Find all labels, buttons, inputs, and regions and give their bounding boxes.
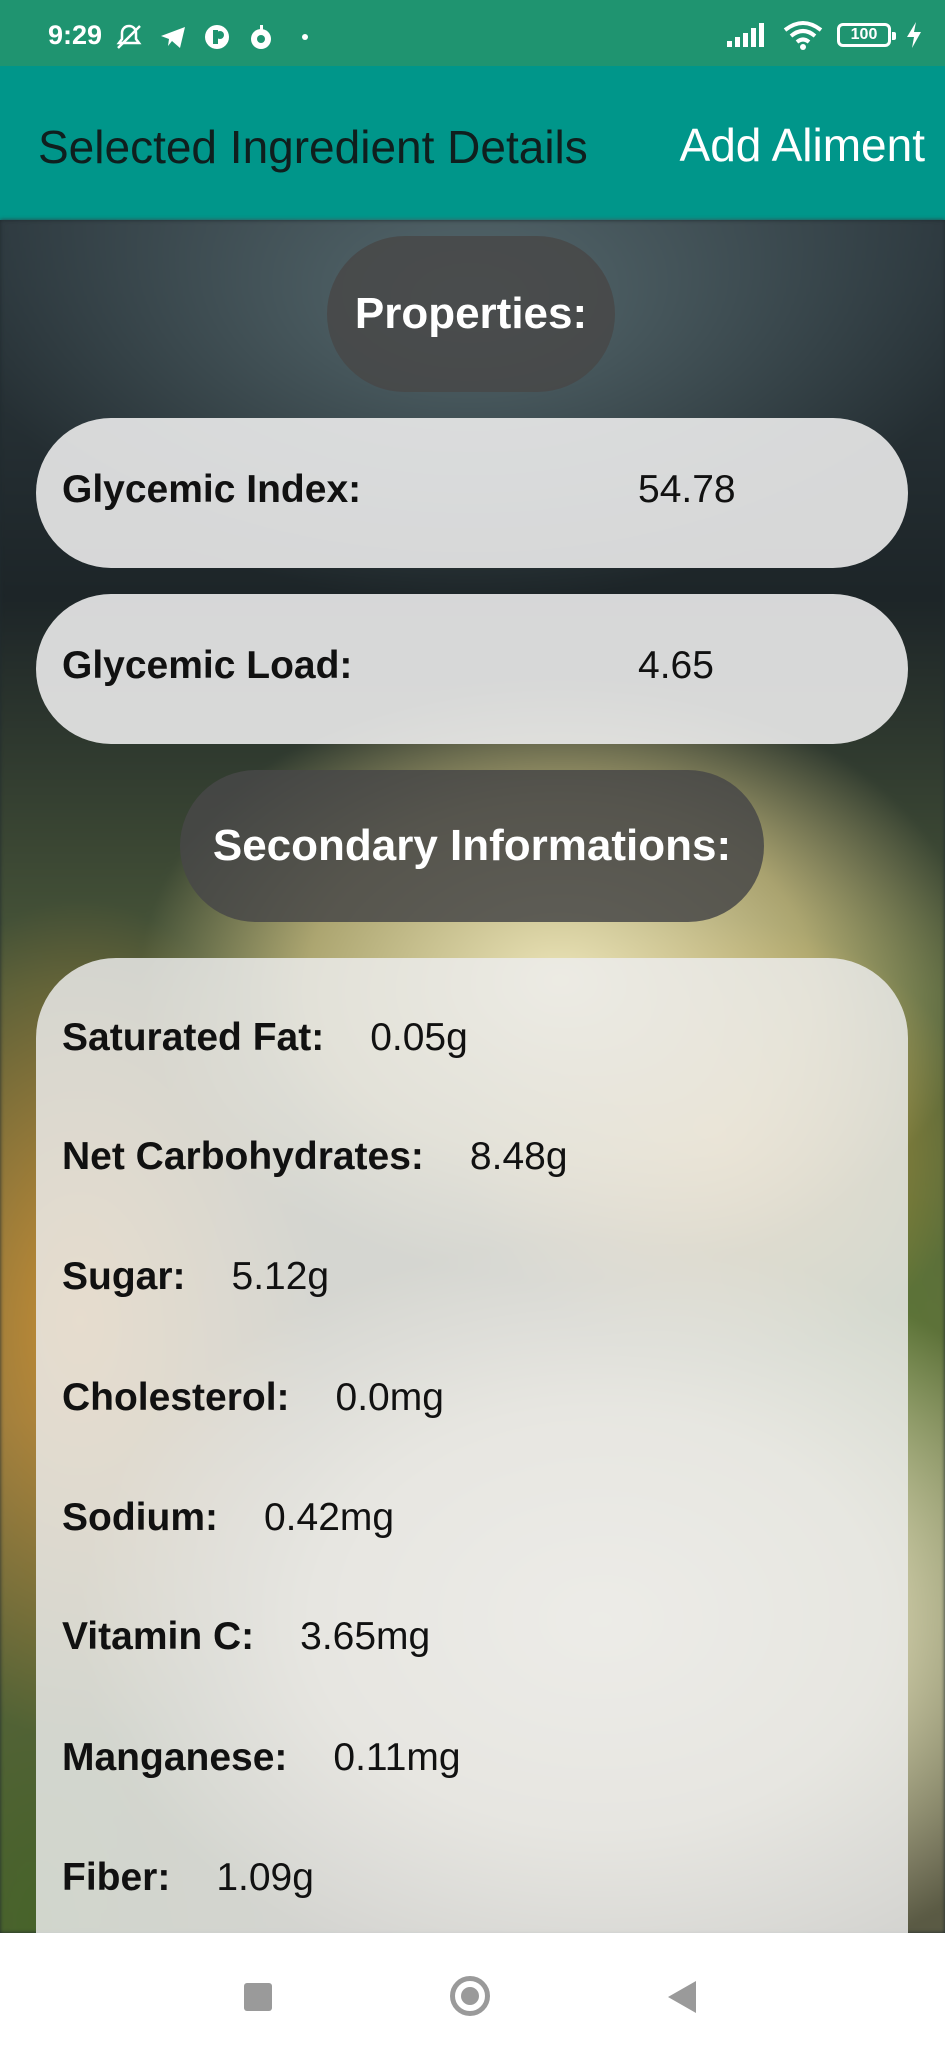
info-label: Sugar: (62, 1255, 186, 1298)
signal-icon (727, 23, 764, 47)
status-bar: 9:29 100 (0, 0, 945, 66)
info-row-cholesterol: Cholesterol: 0.0mg (62, 1376, 444, 1420)
info-value: 1.09g (216, 1856, 314, 1899)
recents-icon[interactable] (244, 1983, 272, 2011)
info-value: 3.65mg (300, 1615, 431, 1658)
info-row-manganese: Manganese: 0.11mg (62, 1736, 461, 1780)
bell-off-icon (116, 24, 142, 49)
info-value: 5.12g (231, 1255, 330, 1298)
info-label: Saturated Fat: (62, 1016, 325, 1059)
telegram-icon (161, 27, 185, 48)
info-row-sugar: Sugar: 5.12g (62, 1255, 329, 1299)
info-row-fiber: Fiber: 1.09g (62, 1856, 314, 1900)
apple-icon (251, 25, 271, 49)
info-label: Cholesterol: (62, 1376, 290, 1419)
info-value: 0.11mg (333, 1736, 461, 1779)
glycemic-index-value: 54.78 (638, 468, 736, 511)
status-time: 9:29 (48, 20, 103, 50)
notification-icons (114, 22, 320, 52)
info-label: Vitamin C: (62, 1615, 255, 1658)
info-row-sodium: Sodium: 0.42mg (62, 1496, 394, 1540)
secondary-info-heading: Secondary Informations: (180, 770, 764, 922)
charging-icon (907, 22, 921, 48)
properties-heading-label: Properties: (354, 289, 588, 338)
add-aliment-button[interactable]: Add Aliment (680, 118, 925, 172)
info-value: 0.0mg (335, 1376, 444, 1419)
properties-heading: Properties: (327, 236, 615, 392)
battery-level: 100 (850, 26, 878, 43)
info-label: Sodium: (62, 1496, 218, 1539)
info-value: 0.05g (370, 1016, 468, 1059)
info-row-saturated-fat: Saturated Fat: 0.05g (62, 1016, 468, 1060)
navigation-bar (0, 1933, 945, 2048)
info-row-vitamin-c: Vitamin C: 3.65mg (62, 1615, 430, 1659)
app-bar: Selected Ingredient Details Add Aliment (0, 66, 945, 220)
glycemic-load-row: Glycemic Load: 4.65 (36, 594, 908, 744)
glycemic-index-label: Glycemic Index: (62, 468, 362, 511)
wifi-icon (783, 21, 823, 50)
home-icon[interactable] (450, 1976, 490, 2016)
info-row-net-carbohydrates: Net Carbohydrates: 8.48g (62, 1135, 568, 1179)
info-value: 8.48g (469, 1135, 568, 1178)
secondary-info-card: Saturated Fat: 0.05g Net Carbohydrates: 8.… (36, 958, 908, 1958)
app-icon (205, 25, 229, 49)
secondary-info-heading-label: Secondary Informations: (212, 821, 732, 870)
back-icon[interactable] (668, 1981, 696, 2013)
page-title: Selected Ingredient Details (38, 121, 588, 173)
glycemic-load-value: 4.65 (638, 644, 714, 687)
info-label: Manganese: (62, 1736, 288, 1779)
dot-icon (302, 34, 308, 40)
info-label: Net Carbohydrates: (62, 1135, 424, 1178)
glycemic-index-row: Glycemic Index: 54.78 (36, 418, 908, 568)
battery-icon: 100 (837, 23, 896, 47)
info-label: Fiber: (62, 1856, 171, 1899)
glycemic-load-label: Glycemic Load: (62, 644, 353, 687)
info-value: 0.42mg (263, 1496, 395, 1539)
system-icons: 100 (725, 20, 923, 50)
